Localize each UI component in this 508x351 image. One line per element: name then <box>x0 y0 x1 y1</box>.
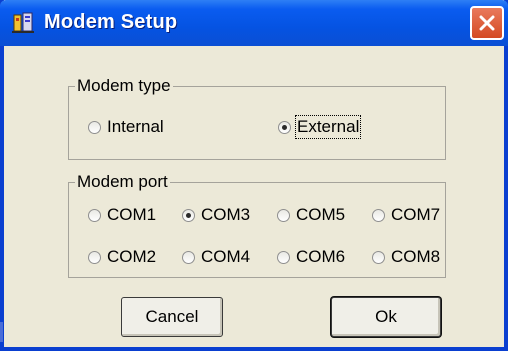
radio-label: COM5 <box>296 205 346 224</box>
radio-label: COM8 <box>391 247 441 266</box>
radio-label: External <box>294 115 362 139</box>
radio-circle[interactable] <box>88 250 101 264</box>
radio-internal[interactable]: Internal <box>88 117 164 137</box>
ok-button[interactable]: Ok <box>331 297 441 337</box>
radio-circle[interactable] <box>277 208 290 222</box>
radio-com3[interactable]: COM3 <box>182 205 250 225</box>
radio-com8[interactable]: COM8 <box>372 247 440 267</box>
radio-circle[interactable] <box>372 208 385 222</box>
radio-com2[interactable]: COM2 <box>88 247 156 267</box>
cancel-button[interactable]: Cancel <box>121 297 223 337</box>
radio-circle[interactable] <box>88 208 101 222</box>
radio-label: COM1 <box>107 205 157 224</box>
window-title: Modem Setup <box>44 11 178 33</box>
radio-circle[interactable] <box>182 250 195 264</box>
radio-com7[interactable]: COM7 <box>372 205 440 225</box>
radio-label: Internal <box>107 117 164 136</box>
modem-setup-icon <box>12 12 36 34</box>
close-x-icon <box>479 15 495 31</box>
radio-com1[interactable]: COM1 <box>88 205 156 225</box>
radio-circle[interactable] <box>372 250 385 264</box>
radio-circle-checked[interactable] <box>182 208 195 222</box>
background-window-edge <box>0 322 3 342</box>
close-button[interactable] <box>470 6 504 40</box>
radio-circle-checked[interactable] <box>278 120 291 134</box>
radio-label: COM7 <box>391 205 441 224</box>
radio-label: COM2 <box>107 247 157 266</box>
radio-label: COM4 <box>201 247 251 266</box>
radio-com5[interactable]: COM5 <box>277 205 345 225</box>
radio-com4[interactable]: COM4 <box>182 247 250 267</box>
radio-com6[interactable]: COM6 <box>277 247 345 267</box>
modem-setup-dialog: Modem Setup Modem type Internal External… <box>0 0 508 351</box>
title-bar[interactable]: Modem Setup <box>0 0 508 46</box>
radio-label: COM6 <box>296 247 346 266</box>
radio-label: COM3 <box>201 205 251 224</box>
radio-external[interactable]: External <box>278 115 362 139</box>
modem-port-legend: Modem port <box>77 172 168 191</box>
radio-circle[interactable] <box>88 120 101 134</box>
radio-circle[interactable] <box>277 250 290 264</box>
modem-type-legend: Modem type <box>77 76 171 95</box>
